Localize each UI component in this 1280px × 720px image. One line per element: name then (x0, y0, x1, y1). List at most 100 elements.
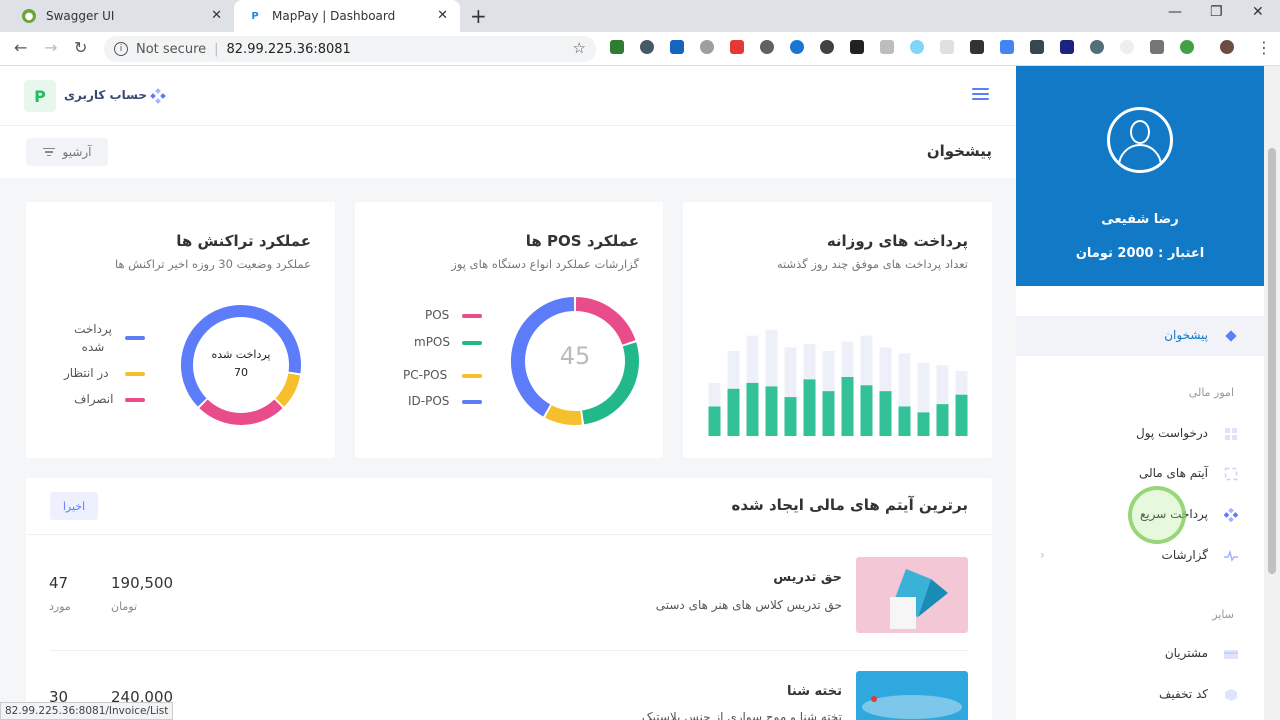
sidebar-item-label: گزارشات (1161, 548, 1208, 562)
sidebar-item-money-request[interactable]: درخواست پول (1016, 414, 1264, 454)
forward-icon[interactable]: → (44, 38, 57, 57)
minimize-icon[interactable]: — (1168, 4, 1182, 20)
page-title: پیشخوان (926, 142, 992, 160)
legend-swatch (462, 400, 482, 404)
box-icon (1225, 689, 1237, 701)
filter-icon (42, 146, 55, 159)
maximize-icon[interactable]: ❐ (1210, 4, 1223, 20)
section-other: سایر (1212, 608, 1234, 621)
extension-icon[interactable] (1120, 40, 1134, 54)
extension-icon[interactable] (790, 40, 804, 54)
back-icon[interactable]: ← (14, 38, 27, 57)
extension-icon[interactable] (970, 40, 984, 54)
sidebar-item-financial-items[interactable]: آیتم های مالی (1016, 454, 1264, 494)
archive-button[interactable]: آرشیو (26, 138, 108, 166)
browser-tab-swagger[interactable]: ● Swagger UI ✕ (8, 0, 234, 32)
bookmark-star-icon[interactable]: ☆ (573, 39, 586, 57)
user-name: رضا شفیعی (1101, 212, 1179, 227)
recent-badge[interactable]: اخیرا (50, 492, 98, 520)
scrollbar-thumb[interactable] (1268, 148, 1276, 574)
extension-icon[interactable] (820, 40, 834, 54)
bar (784, 397, 797, 436)
bar (727, 388, 740, 436)
legend-label: POS (425, 308, 450, 322)
legend-swatch (462, 341, 482, 345)
pos-card: عملکرد POS ها گزارشات عملکرد انواع دستگا… (355, 202, 663, 458)
legend-swatch (462, 314, 482, 318)
archive-label: آرشیو (62, 145, 92, 159)
chevron-left-icon[interactable]: ‹ (1040, 548, 1045, 562)
card-title: عملکرد تراکنش ها (176, 232, 311, 250)
item-description: حق تدریس کلاس های هنر های دستی (655, 598, 842, 612)
extension-icon[interactable] (910, 40, 924, 54)
close-tab-icon[interactable]: ✕ (437, 8, 448, 23)
donut-center-value: 45 (559, 342, 591, 370)
security-label: Not secure (136, 41, 207, 57)
account-icon[interactable] (150, 88, 166, 104)
top-items-card: اخیرا برترین آیتم های مالی ایجاد شده حق … (26, 478, 992, 720)
extension-icon[interactable] (1090, 40, 1104, 54)
item-amount: 190,500 (111, 574, 174, 592)
extension-icon[interactable] (850, 40, 864, 54)
extension-icon[interactable] (730, 40, 744, 54)
profile-panel: رضا شفیعی اعتبار : 2000 تومان (1016, 66, 1264, 286)
grid-icon (1225, 428, 1237, 440)
avatar-icon[interactable] (1107, 107, 1173, 173)
card-subtitle: عملکرد وضعیت 30 روزه اخیر تراکنش ها (114, 257, 311, 271)
surfboard-image (862, 695, 962, 719)
browser-menu-icon[interactable]: ⋮ (1256, 38, 1272, 57)
item-description: تخته شنا و موج سواری از جنس پلاستیک (641, 710, 842, 720)
mappay-favicon-icon: P (251, 10, 259, 22)
sidebar-item-customers[interactable]: مشتریان (1016, 634, 1264, 674)
extension-icon[interactable] (700, 40, 714, 54)
sidebar-item-dashboard[interactable]: پیشخوان (1016, 316, 1264, 356)
pulse-icon (1224, 549, 1238, 562)
info-icon[interactable]: i (114, 42, 128, 56)
extension-icon[interactable] (760, 40, 774, 54)
donut-slice (545, 405, 582, 425)
extension-icon[interactable] (1000, 40, 1014, 54)
account-label[interactable]: حساب کاربری (64, 88, 147, 102)
extension-icon[interactable] (880, 40, 894, 54)
sidebar-item-label: آیتم های مالی (1138, 466, 1208, 480)
url-text: 82.99.225.36:8081 (226, 41, 351, 57)
extension-icon[interactable] (670, 40, 684, 54)
scrollbar[interactable] (1264, 66, 1280, 720)
divider (50, 650, 968, 651)
bar (879, 391, 892, 436)
extension-icon[interactable] (640, 40, 654, 54)
transactions-card: عملکرد تراکنش ها عملکرد وضعیت 30 روزه اخ… (26, 202, 335, 458)
bar (898, 406, 911, 436)
donut-center-value: 70 (234, 366, 248, 379)
hamburger-menu-icon[interactable] (972, 88, 989, 103)
legend-swatch (125, 336, 145, 340)
extension-icon[interactable] (940, 40, 954, 54)
extension-icon[interactable] (1030, 40, 1044, 54)
item-title: حق تدریس (773, 570, 842, 585)
new-tab-icon[interactable]: + (470, 4, 487, 28)
close-tab-icon[interactable]: ✕ (211, 8, 222, 23)
card-title: برترین آیتم های مالی ایجاد شده (731, 496, 968, 514)
logo[interactable]: P (24, 80, 56, 112)
bar (955, 394, 968, 436)
sidebar-item-discount-code[interactable]: کد تخفیف (1016, 675, 1264, 715)
sidebar: رضا شفیعی اعتبار : 2000 تومان پیشخوان ام… (1016, 66, 1264, 720)
item-amount-unit: تومان (111, 600, 138, 613)
user-credit: اعتبار : 2000 تومان (1075, 246, 1205, 261)
profile-avatar[interactable] (1220, 40, 1234, 54)
diamond-icon (1225, 330, 1237, 342)
extension-icon[interactable] (1180, 40, 1194, 54)
extension-icon[interactable] (610, 40, 624, 54)
legend-label: ID-POS (408, 394, 450, 408)
card-subtitle: تعداد پرداخت های موفق چند روز گذشته (776, 257, 968, 271)
donut-slice (199, 399, 283, 425)
extension-icon[interactable] (1150, 40, 1164, 54)
reload-icon[interactable]: ↻ (74, 38, 87, 57)
extension-icon[interactable] (1060, 40, 1074, 54)
browser-tab-mappay[interactable]: P MapPay | Dashboard ✕ (234, 0, 460, 32)
url-input[interactable]: i Not secure | 82.99.225.36:8081 ☆ (104, 36, 596, 62)
bar (936, 404, 949, 436)
sidebar-item-reports[interactable]: گزارشات ‹ (1016, 536, 1264, 576)
window-close-icon[interactable]: ✕ (1252, 4, 1264, 20)
page: P حساب کاربری آرشیو پیشخوان عملکرد تراکن… (0, 66, 1280, 720)
